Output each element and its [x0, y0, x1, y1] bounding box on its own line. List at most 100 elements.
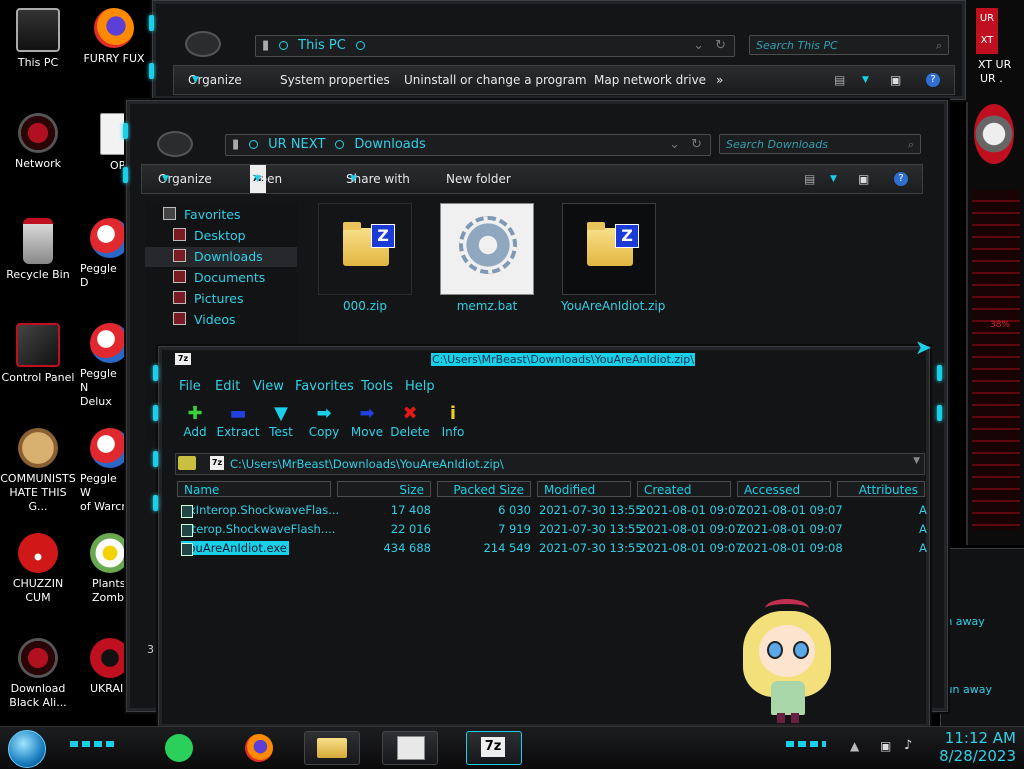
- size-cell: 22 016: [390, 522, 431, 536]
- copy-button[interactable]: ➡ Copy: [300, 403, 348, 439]
- search-downloads-input[interactable]: Search Downloads ⌕: [719, 134, 921, 154]
- desktop-icon-peggle-d[interactable]: Peggle D: [76, 218, 126, 290]
- column-created[interactable]: Created: [637, 481, 731, 497]
- test-button[interactable]: ▼ Test: [257, 403, 305, 439]
- extract-button[interactable]: ▬ Extract: [214, 403, 262, 439]
- extract-label: Extract: [216, 425, 260, 439]
- view-options-icon[interactable]: ▤: [804, 165, 815, 193]
- help-icon[interactable]: ?: [926, 73, 940, 87]
- desktop-icon-peggle-world[interactable]: Peggle W of Warcr: [76, 428, 126, 514]
- desktop-icon-plants-zombies[interactable]: Plants Zomb: [76, 533, 126, 605]
- help-icon[interactable]: ?: [894, 172, 908, 186]
- column-accessed[interactable]: Accessed: [737, 481, 831, 497]
- menu-edit[interactable]: Edit: [215, 379, 240, 394]
- desktop-icon-download-black-alien[interactable]: Download Black Ali...: [0, 638, 76, 710]
- nav-documents[interactable]: Documents: [173, 268, 265, 288]
- desktop-icon-chuzzin[interactable]: CHUZZIN CUM: [0, 533, 76, 605]
- back-forward-icon[interactable]: [157, 131, 193, 157]
- window-this-pc[interactable]: ▮ This PC ⌄ ↻ Search This PC ⌕ Organize ▼ S…: [149, 0, 966, 100]
- preview-pane-icon[interactable]: ▣: [890, 66, 901, 94]
- file-item-memz-bat[interactable]: memz.bat: [439, 203, 535, 313]
- breadcrumb-downloads[interactable]: Downloads: [354, 137, 425, 152]
- back-forward-icon[interactable]: [185, 31, 221, 57]
- window-7zip[interactable]: 7z C:\Users\MrBeast\Downloads\YouAreAnId…: [153, 335, 942, 728]
- add-button[interactable]: ✚ Add: [171, 403, 219, 439]
- more-button[interactable]: »: [716, 66, 723, 94]
- file-item-000-zip[interactable]: Z 000.zip: [317, 203, 413, 313]
- breadcrumb-this-pc[interactable]: This PC: [298, 38, 346, 53]
- column-modified[interactable]: Modified: [537, 481, 631, 497]
- path-dropdown-icon[interactable]: ▼: [913, 456, 920, 466]
- info-button[interactable]: i Info: [429, 403, 477, 439]
- desktop-icon-recycle-bin[interactable]: Recycle Bin: [0, 218, 76, 282]
- show-hidden-icons-icon[interactable]: ▲: [850, 739, 859, 753]
- menu-help[interactable]: Help: [405, 379, 435, 394]
- view-dropdown-icon[interactable]: ▼: [862, 66, 869, 94]
- table-row[interactable]: Interop.ShockwaveFlash.... 22 016 7 919 202…: [177, 520, 929, 539]
- column-attributes[interactable]: Attributes: [837, 481, 925, 497]
- column-name[interactable]: Name: [177, 481, 331, 497]
- system-properties-button[interactable]: System properties: [280, 66, 390, 94]
- map-network-drive-button[interactable]: Map network drive: [594, 66, 706, 94]
- accessed-cell: 2021-08-01 09:07: [739, 522, 843, 536]
- taskbar-deco: [786, 741, 826, 747]
- archive-icon: 7z: [210, 456, 224, 470]
- file-name-cell: YouAreAnIdiot.exe: [181, 541, 289, 556]
- move-label: Move: [350, 425, 384, 439]
- volume-icon[interactable]: ♪: [904, 738, 912, 753]
- column-packed-size[interactable]: Packed Size: [437, 481, 531, 497]
- column-size[interactable]: Size: [337, 481, 431, 497]
- taskbar-7zip[interactable]: 7z: [466, 731, 522, 765]
- modified-cell: 2021-07-30 13:55: [539, 503, 643, 517]
- file-item-youareanidiot-zip[interactable]: Z YouAreAnIdiot.zip: [561, 203, 665, 313]
- desktop-icon-control-panel[interactable]: Control Panel: [0, 323, 76, 385]
- taskbar-file-explorer[interactable]: [304, 731, 360, 765]
- desktop-icon-network[interactable]: Network: [0, 113, 76, 171]
- desktop-icon-communists[interactable]: COMMUNISTS HATE THIS G...: [0, 428, 76, 514]
- search-this-pc-input[interactable]: Search This PC ⌕: [749, 35, 949, 55]
- desktop-icon-openm[interactable]: OPENM: [80, 113, 126, 173]
- downloads-toolbar: Organize ▼ 7z Open ▼ Share with ▼ New folder…: [141, 164, 923, 194]
- preview-pane-icon[interactable]: ▣: [858, 165, 869, 193]
- desktop-icon-this-pc[interactable]: This PC: [0, 8, 76, 70]
- background-window-right: UR XT XT UR UR . 38%: [966, 0, 1024, 545]
- copy-label: Copy: [308, 425, 340, 439]
- desktop-icon-ukraine[interactable]: UKRAINE: [76, 638, 126, 696]
- created-cell: 2021-08-01 09:07: [639, 522, 743, 536]
- breadcrumb-ur-next[interactable]: UR NEXT: [268, 137, 325, 152]
- address-bar[interactable]: ▮ This PC ⌄ ↻: [255, 35, 735, 57]
- menu-file[interactable]: File: [179, 379, 201, 394]
- taskbar-notepad[interactable]: [382, 731, 438, 765]
- nav-pictures[interactable]: Pictures: [173, 289, 244, 309]
- menu-tools[interactable]: Tools: [361, 379, 393, 394]
- menu-favorites[interactable]: Favorites: [295, 379, 354, 394]
- address-bar[interactable]: ▮ UR NEXT Downloads ⌄ ↻: [225, 134, 711, 156]
- move-button[interactable]: ➡ Move: [343, 403, 391, 439]
- taskbar-firefox[interactable]: [232, 731, 288, 765]
- menu-view[interactable]: View: [253, 379, 284, 394]
- new-folder-button[interactable]: New folder: [446, 165, 511, 193]
- table-row[interactable]: AxInterop.ShockwaveFlas... 17 408 6 030 202…: [177, 501, 929, 520]
- desktop-icon-furry-fux[interactable]: FURRY FUX: [76, 8, 152, 66]
- zip-file-icon: Z: [318, 203, 412, 295]
- nav-favorites[interactable]: Favorites: [163, 205, 240, 225]
- attr-cell: A: [919, 522, 927, 536]
- folder-up-icon[interactable]: [178, 456, 196, 470]
- path-input[interactable]: C:\Users\MrBeast\Downloads\YouAreAnIdiot…: [230, 455, 504, 473]
- nav-desktop[interactable]: Desktop: [173, 226, 246, 246]
- size-cell: 434 688: [383, 541, 431, 555]
- nav-videos[interactable]: Videos: [173, 310, 236, 330]
- desktop-icon-peggle-nights[interactable]: Peggle N Delux: [76, 323, 126, 409]
- start-button[interactable]: [8, 730, 46, 768]
- clock[interactable]: 11:12 AM 8/28/2023: [926, 729, 1016, 765]
- view-dropdown-icon[interactable]: ▼: [830, 165, 837, 193]
- table-row[interactable]: YouAreAnIdiot.exe 434 688 214 549 2021-07-3…: [177, 539, 929, 558]
- file-name-cell: Interop.ShockwaveFlash....: [181, 522, 336, 537]
- taskbar-notes-app[interactable]: [152, 731, 208, 765]
- network-tray-icon[interactable]: ▣: [880, 739, 891, 753]
- uninstall-program-button[interactable]: Uninstall or change a program: [404, 66, 587, 94]
- view-options-icon[interactable]: ▤: [834, 66, 845, 94]
- nav-downloads[interactable]: Downloads: [145, 247, 297, 267]
- info-label: Info: [441, 425, 465, 439]
- delete-button[interactable]: ✖ Delete: [386, 403, 434, 439]
